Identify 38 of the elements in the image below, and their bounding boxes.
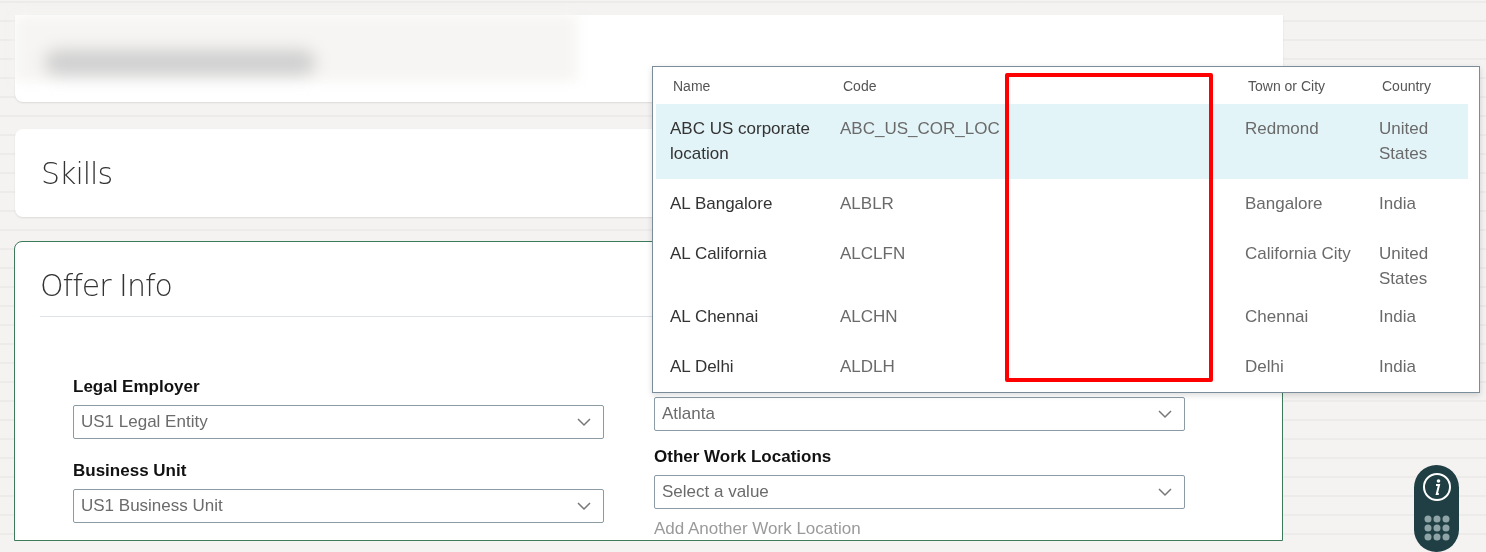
list-row[interactable]: AL Chennai ALCHN Chennai India	[656, 292, 1468, 342]
table-cell-text: AL California	[670, 243, 768, 265]
select-field[interactable]: US1 Business Unit	[73, 489, 604, 523]
select-field[interactable]: US1 Legal Entity	[73, 405, 604, 439]
table-cell-text: India	[1379, 193, 1417, 215]
table-cell-text: ALDLH	[840, 356, 896, 378]
select-field[interactable]: Select a value	[654, 475, 1185, 509]
table-cell-text: ABC US corporate location	[670, 118, 811, 165]
table-cell-text: AL Chennai	[670, 306, 760, 328]
table-cell-text: United States	[1379, 243, 1430, 290]
table-cell-text: ABC_US_COR_LOC	[840, 118, 1001, 140]
list-row[interactable]: AL California ALCLFN California City United States	[656, 229, 1468, 292]
list-row[interactable]: ABC US corporate location ABC_US_COR_LOC Redmond United States	[656, 104, 1468, 179]
select-field[interactable]: Atlanta	[654, 397, 1185, 431]
table-cell-text: California City	[1245, 243, 1352, 265]
list-row[interactable]: AL Bangalore ALBLR Bangalore India	[656, 179, 1468, 229]
table-cell-text: United States	[1379, 118, 1430, 165]
table-cell-text: ALCHN	[840, 306, 899, 328]
table-cell-text: ALBLR	[840, 193, 895, 215]
list-row[interactable]: AL Delhi ALDLH Delhi India	[656, 342, 1468, 392]
table-cell-text: AL Delhi	[670, 356, 735, 378]
section-title: Offer Info	[40, 268, 172, 303]
table-cell-text: Chennai	[1245, 306, 1310, 328]
column-header: Country	[1381, 77, 1433, 94]
section-title: Skills	[41, 155, 113, 191]
table-cell-text: India	[1379, 356, 1417, 378]
column-header: Town or City	[1247, 77, 1327, 94]
table-cell-text: ALCLFN	[840, 243, 907, 265]
column-header: Code	[842, 77, 878, 94]
table-cell-text: AL Bangalore	[670, 193, 774, 215]
table-cell-text: Redmond	[1245, 118, 1320, 140]
table-cell-text: Delhi	[1245, 356, 1285, 378]
column-header: Name	[672, 77, 712, 94]
field-label: Business Unit	[73, 461, 188, 481]
field-label: Other Work Locations	[654, 447, 833, 467]
table-cell-text: Bangalore	[1245, 193, 1324, 215]
field-label: Legal Employer	[73, 377, 201, 397]
table-cell-text: India	[1379, 306, 1417, 328]
